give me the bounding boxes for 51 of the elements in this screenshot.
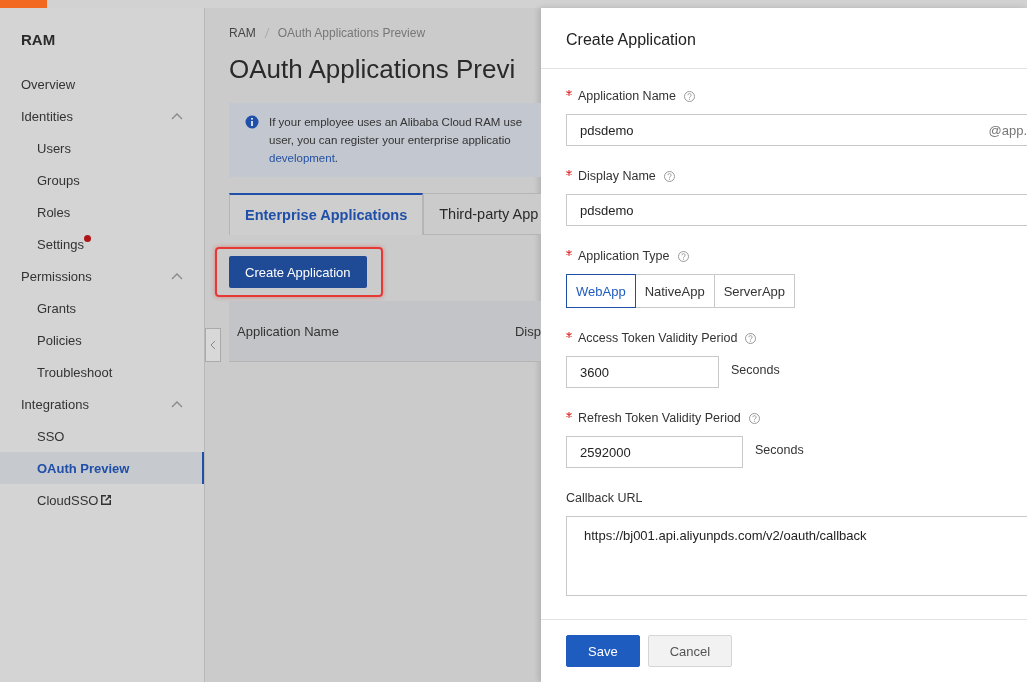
- sidebar-item[interactable]: Troubleshoot: [0, 356, 204, 388]
- save-button[interactable]: Save: [566, 635, 640, 667]
- breadcrumb-separator-icon: [263, 27, 270, 39]
- info-icon: [245, 115, 259, 129]
- callback-url-field[interactable]: https://bj001.api.aliyunpds.com/v2/oauth/callback: [566, 516, 1027, 596]
- field-label: Refresh Token Validity Period: [578, 411, 741, 425]
- collapse-sidebar-button[interactable]: [205, 328, 221, 362]
- info-text: If your employee uses an Alibaba Cloud RAM use user, you can register your enterprise applicatio development.: [269, 115, 523, 166]
- sidebar-group[interactable]: Identities: [0, 100, 204, 132]
- tab[interactable]: Enterprise Applications: [229, 193, 424, 235]
- breadcrumb-item[interactable]: RAM: [229, 26, 256, 40]
- drawer-title: Create Application: [541, 8, 1027, 69]
- page-title: OAuth Applications Previ: [229, 54, 517, 85]
- cancel-button[interactable]: Cancel: [647, 635, 733, 667]
- number-field[interactable]: 3600: [566, 356, 719, 388]
- field-label: Application Type: [578, 249, 670, 263]
- number-field[interactable]: 2592000: [566, 436, 743, 468]
- sidebar-item[interactable]: Roles: [0, 196, 204, 228]
- column-header: Application Name: [237, 323, 340, 339]
- logo-strip: [0, 0, 47, 8]
- chevron-up-icon: [171, 112, 183, 120]
- field-label: Callback URL: [566, 491, 643, 505]
- sidebar-item[interactable]: Users: [0, 132, 204, 164]
- sidebar-item[interactable]: SSO: [0, 420, 204, 452]
- tab[interactable]: Third-party App: [423, 193, 541, 235]
- field-label: Display Name: [578, 169, 656, 183]
- field-label: Application Name: [578, 89, 676, 103]
- create-application-button[interactable]: Create Application: [229, 256, 367, 288]
- chevron-left-icon: [210, 340, 216, 350]
- sidebar-item[interactable]: Groups: [0, 164, 204, 196]
- sidebar-group[interactable]: Integrations: [0, 388, 204, 420]
- chevron-up-icon: [171, 400, 183, 408]
- sidebar-item[interactable]: Grants: [0, 292, 204, 324]
- unit-label: Seconds: [731, 363, 780, 377]
- sidebar-item[interactable]: Settings: [0, 228, 204, 260]
- column-header: Disp: [515, 323, 541, 339]
- sidebar-item[interactable]: OAuth Preview: [0, 452, 204, 484]
- segment-option[interactable]: ServerApp: [713, 274, 796, 308]
- text-field[interactable]: pdsdemo: [566, 194, 1027, 226]
- development-link[interactable]: development: [269, 152, 335, 164]
- segment-option[interactable]: NativeApp: [634, 274, 715, 308]
- segment-option[interactable]: WebApp: [566, 274, 636, 308]
- unit-label: Seconds: [755, 443, 804, 457]
- text-field[interactable]: pdsdemo @app.: [566, 114, 1027, 146]
- sidebar-title: RAM: [20, 30, 57, 50]
- sidebar-item[interactable]: Policies: [0, 324, 204, 356]
- field-label: Access Token Validity Period: [578, 331, 738, 345]
- chevron-up-icon: [171, 272, 183, 280]
- sidebar-item[interactable]: CloudSSO: [0, 484, 204, 516]
- sidebar-item[interactable]: Overview: [0, 68, 204, 100]
- sidebar-group[interactable]: Permissions: [0, 260, 204, 292]
